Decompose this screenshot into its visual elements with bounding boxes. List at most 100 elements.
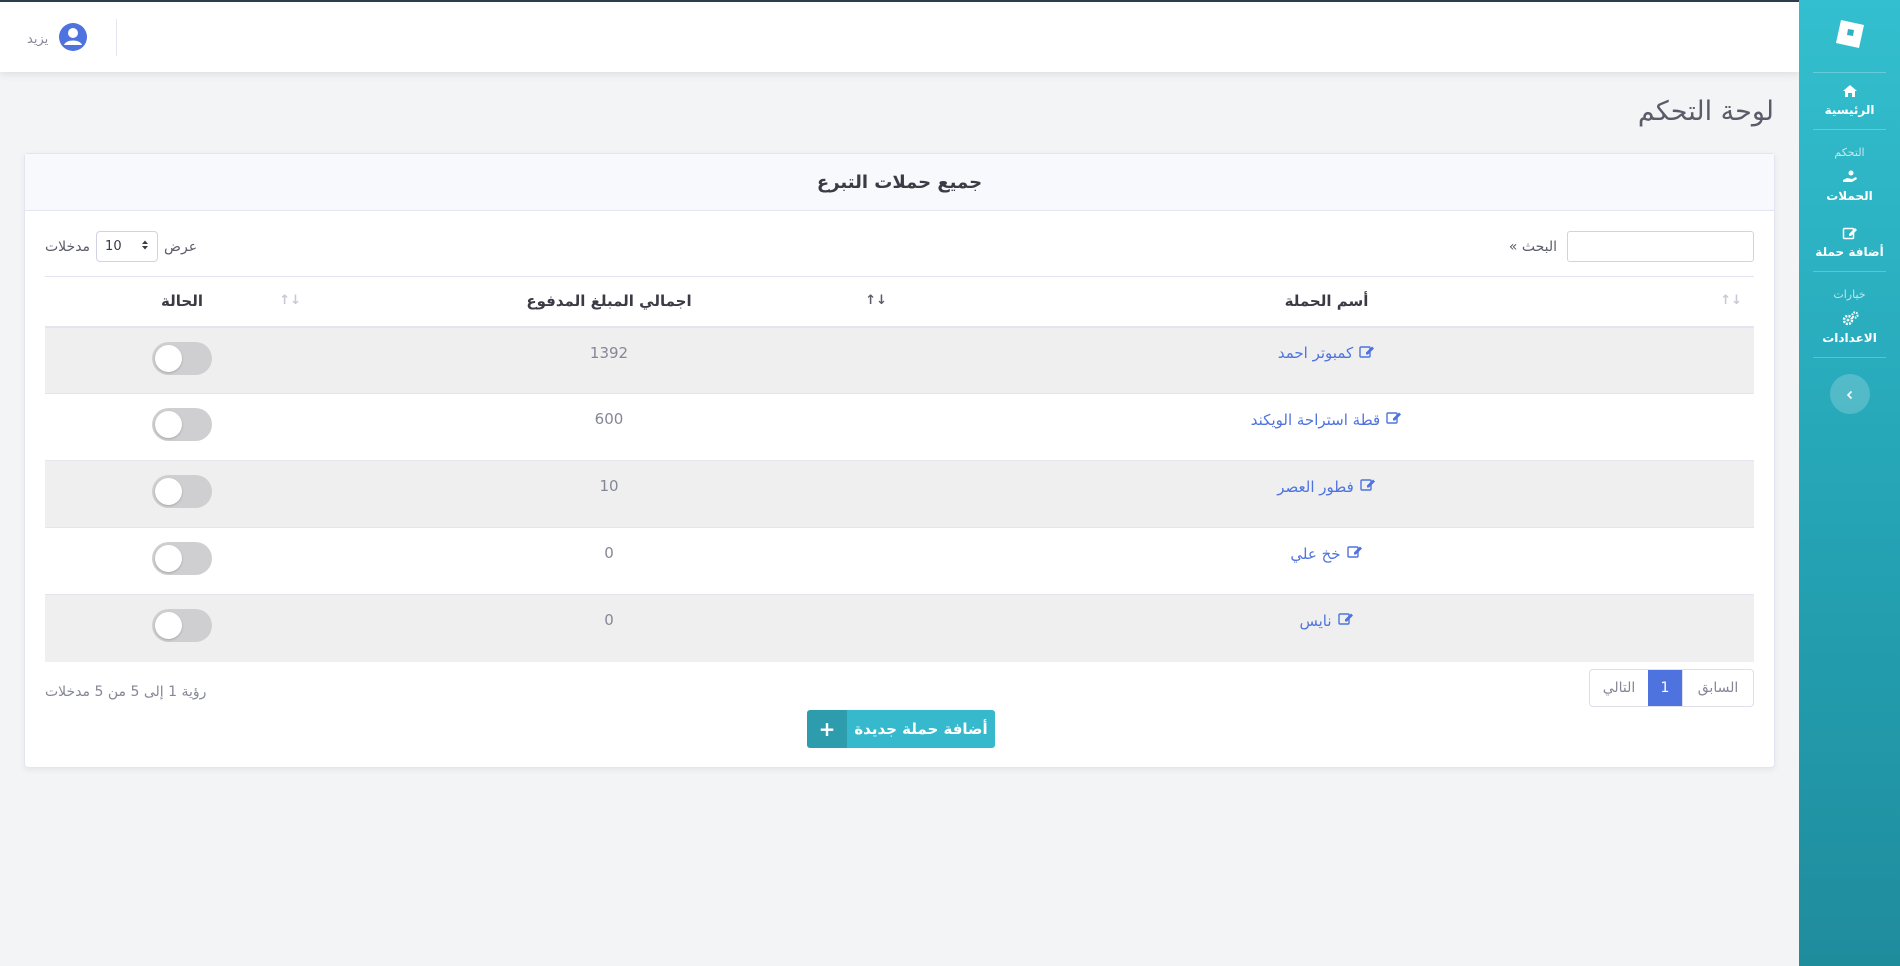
sidebar-item-label: الاعدادات [1822, 331, 1877, 345]
column-label: أسم الحملة [1284, 292, 1369, 311]
name-cell: فطور العصر [899, 460, 1754, 528]
sidebar-item-add-campaign[interactable]: أضافة حملة [1799, 215, 1900, 271]
campaign-name: فطور العصر [1277, 477, 1354, 496]
brand-logo[interactable] [1799, 0, 1900, 72]
roblox-square-logo-icon [1833, 17, 1867, 55]
campaign-link[interactable]: كمبوتر احمد [1278, 344, 1375, 363]
topbar-divider [116, 19, 117, 56]
name-cell: نايس [899, 594, 1754, 662]
campaign-name: كمبوتر احمد [1277, 344, 1354, 362]
sidebar-divider [1813, 129, 1886, 130]
campaign-link[interactable]: قطة استراحة الويكند [1251, 410, 1402, 429]
campaign-link[interactable]: نايس [1299, 611, 1353, 630]
name-cell: قطة استراحة الويكند [899, 393, 1754, 461]
sidebar-item-label: أضافة حملة [1815, 245, 1884, 259]
edit-icon [1359, 344, 1375, 363]
edit-icon [1386, 410, 1402, 429]
sort-desc-icon: ↑↓ [865, 293, 887, 308]
length-entries-label: مدخلات [45, 238, 91, 255]
plus-icon: + [807, 710, 847, 748]
campaign-link[interactable]: خخ علي [1290, 544, 1362, 563]
sidebar-divider [1813, 357, 1886, 358]
table-info: رؤية 1 إلى 5 من 5 مدخلات [45, 684, 207, 700]
campaign-link[interactable]: فطور العصر [1277, 477, 1376, 496]
status-toggle[interactable] [152, 341, 212, 375]
sidebar-item-campaigns[interactable]: الحملات [1799, 159, 1900, 215]
table-row: 0 نايس [45, 594, 1754, 662]
sort-icon: ↑↓ [279, 293, 301, 308]
toggle-knob [155, 411, 182, 438]
home-icon [1842, 83, 1858, 99]
topbar: يزيد [0, 2, 1799, 72]
user-circle-icon [58, 22, 88, 56]
total-cell: 10 [319, 460, 899, 528]
length-show-label: عرض [164, 238, 198, 255]
toggle-knob [155, 344, 182, 372]
search-label: « البحث [1508, 238, 1557, 255]
column-label: اجمالي المبلغ المدفوع [526, 292, 692, 311]
sort-icon: ↑↓ [1720, 293, 1742, 308]
campaigns-table: ↑↓ الحالة ↑↓ اجمالي المبلغ المدفوع ↑↓ أس… [45, 276, 1754, 662]
sidebar-section-heading: التحكم [1834, 146, 1865, 159]
campaign-name: قطة استراحة الويكند [1250, 410, 1381, 429]
sidebar-item-label: الحملات [1826, 189, 1873, 203]
table-row: 0 خخ علي [45, 527, 1754, 595]
card-title: جميع حملات التبرع [25, 154, 1774, 211]
page-length-select[interactable]: 10 [96, 231, 159, 262]
status-toggle[interactable] [152, 542, 212, 575]
status-cell [45, 460, 319, 528]
page-title: لوحة التحكم [1637, 96, 1774, 127]
user-name: يزيد [27, 31, 49, 47]
status-cell [45, 326, 319, 394]
status-cell [45, 527, 319, 595]
column-label: الحالة [161, 292, 203, 311]
column-header-name[interactable]: ↑↓ أسم الحملة [899, 276, 1754, 328]
select-arrows-icon [141, 239, 149, 255]
total-cell: 0 [319, 594, 899, 662]
status-cell [45, 594, 319, 662]
sidebar-item-label: الرئيسية [1824, 103, 1875, 117]
sidebar-divider [1813, 271, 1886, 272]
search-input[interactable] [1567, 231, 1754, 262]
edit-icon [1346, 544, 1363, 563]
chevron-left-icon [1845, 385, 1855, 404]
table-row: 10 فطور العصر [45, 460, 1754, 528]
sidebar-item-settings[interactable]: الاعدادات [1799, 301, 1900, 357]
add-campaign-button[interactable]: + أضافة حملة جديدة [807, 710, 995, 748]
total-cell: 600 [319, 393, 899, 461]
sidebar: الرئيسية التحكم الحملات أضافة حملة خيارا… [1799, 0, 1900, 966]
add-campaign-label: أضافة حملة جديدة [854, 720, 988, 738]
pagination-page-1[interactable]: 1 [1648, 670, 1682, 706]
edit-icon [1337, 611, 1354, 630]
hand-donate-icon [1842, 169, 1858, 185]
pagination-next[interactable]: التالي [1590, 670, 1648, 706]
name-cell: كمبوتر احمد [899, 326, 1754, 394]
campaign-name: نايس [1299, 611, 1332, 630]
status-toggle[interactable] [152, 408, 212, 441]
search-filter: « البحث [1509, 231, 1754, 262]
table-header-row: ↑↓ الحالة ↑↓ اجمالي المبلغ المدفوع ↑↓ أس… [45, 276, 1754, 328]
table-row: 600 قطة استراحة الويكند [45, 393, 1754, 461]
pagination-previous[interactable]: السابق [1682, 670, 1753, 706]
cogs-icon [1842, 311, 1859, 327]
campaigns-card: جميع حملات التبرع « البحث مدخلات 10 عرض … [24, 153, 1775, 768]
toggle-knob [155, 612, 182, 639]
toggle-knob [155, 545, 182, 572]
table-row: 1392 كمبوتر احمد [45, 326, 1754, 394]
column-header-total[interactable]: ↑↓ اجمالي المبلغ المدفوع [319, 276, 899, 328]
total-cell: 0 [319, 527, 899, 595]
page-length-control: مدخلات 10 عرض [45, 231, 197, 262]
sidebar-item-home[interactable]: الرئيسية [1799, 73, 1900, 129]
user-menu[interactable]: يزيد [27, 22, 88, 56]
status-toggle[interactable] [152, 475, 212, 508]
name-cell: خخ علي [899, 527, 1754, 595]
sidebar-section-heading: خيارات [1833, 288, 1866, 301]
page-length-value: 10 [105, 239, 122, 254]
status-toggle[interactable] [152, 609, 212, 642]
campaign-name: خخ علي [1290, 544, 1341, 563]
edit-icon [1842, 225, 1858, 241]
column-header-status[interactable]: ↑↓ الحالة [45, 276, 319, 328]
toggle-knob [155, 478, 182, 505]
sidebar-toggle-button[interactable] [1829, 374, 1870, 414]
total-cell: 1392 [319, 326, 899, 394]
